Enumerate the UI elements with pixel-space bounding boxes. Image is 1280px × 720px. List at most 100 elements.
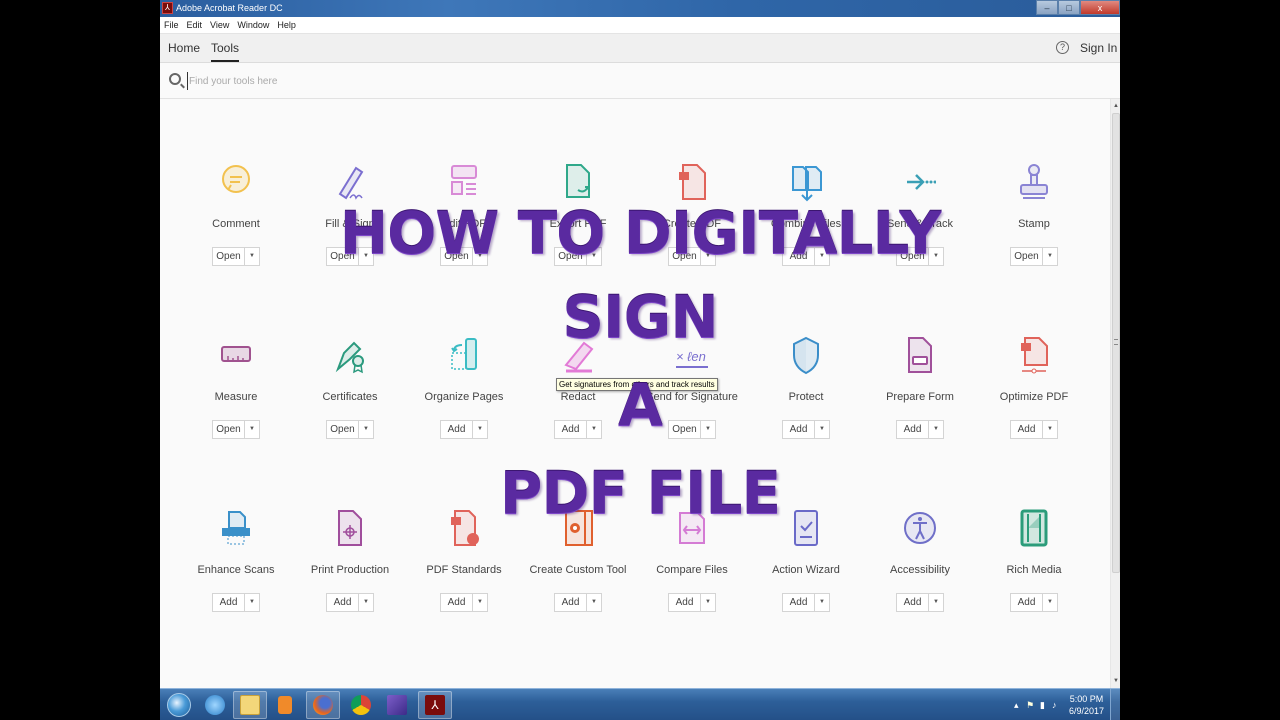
tool-action-label[interactable]: Open — [213, 248, 245, 265]
action-wizard-icon[interactable] — [790, 508, 822, 548]
tool-enhance-scans[interactable]: Enhance Scans Add ▼ — [179, 508, 293, 628]
tool-action-label[interactable]: Open — [555, 248, 587, 265]
tool-action-label[interactable]: Open — [441, 248, 473, 265]
tool-protect[interactable]: Protect Add ▼ — [749, 335, 863, 455]
accessibility-icon[interactable] — [904, 508, 936, 548]
chevron-down-icon[interactable]: ▼ — [929, 594, 943, 611]
sign-in-link[interactable]: Sign In — [1080, 41, 1117, 55]
tool-action-button[interactable]: Open ▼ — [896, 247, 944, 266]
tool-action-button[interactable]: Add ▼ — [554, 593, 602, 612]
tool-action-label[interactable]: Add — [441, 594, 473, 611]
tool-action-label[interactable]: Open — [327, 248, 359, 265]
tool-prepare-form[interactable]: Prepare Form Add ▼ — [863, 335, 977, 455]
chevron-down-icon[interactable]: ▼ — [245, 421, 259, 438]
clock[interactable]: 5:00 PM 6/9/2017 — [1069, 693, 1104, 717]
tool-create-pdf[interactable]: Create PDF Open ▼ — [635, 162, 749, 282]
measure-icon[interactable] — [220, 335, 252, 375]
help-icon[interactable]: ? — [1056, 41, 1069, 54]
tool-action-button[interactable]: Add ▼ — [440, 593, 488, 612]
chevron-down-icon[interactable]: ▼ — [587, 421, 601, 438]
tool-action-button[interactable]: Add ▼ — [896, 420, 944, 439]
chevron-down-icon[interactable]: ▼ — [815, 594, 829, 611]
tool-optimize-pdf[interactable]: Optimize PDF Add ▼ — [977, 335, 1091, 455]
tool-edit-pdf[interactable]: Edit PDF Open ▼ — [407, 162, 521, 282]
volume-icon[interactable]: ♪ — [1052, 700, 1057, 710]
chevron-down-icon[interactable]: ▼ — [359, 421, 373, 438]
close-button[interactable]: x — [1080, 0, 1120, 15]
tool-send-for-signature[interactable]: × ℓen Send for Signature Open ▼ — [635, 335, 749, 455]
tool-redact[interactable]: Redact Add ▼ — [521, 335, 635, 455]
tool-rich-media[interactable]: Rich Media Add ▼ — [977, 508, 1091, 628]
export-pdf-icon[interactable] — [562, 162, 594, 202]
chevron-down-icon[interactable]: ▼ — [473, 421, 487, 438]
chevron-down-icon[interactable]: ▼ — [701, 248, 715, 265]
menu-window[interactable]: Window — [237, 20, 269, 30]
chevron-down-icon[interactable]: ▼ — [473, 248, 487, 265]
tool-compare-files[interactable]: Compare Files Add ▼ — [635, 508, 749, 628]
tool-action-label[interactable]: Add — [213, 594, 245, 611]
tab-tools[interactable]: Tools — [211, 41, 240, 62]
protect-icon[interactable] — [790, 335, 822, 375]
tool-action-button[interactable]: Add ▼ — [668, 593, 716, 612]
tool-action-button[interactable]: Add ▼ — [554, 420, 602, 439]
tool-action-label[interactable]: Add — [783, 248, 815, 265]
chevron-down-icon[interactable]: ▼ — [815, 248, 829, 265]
send-signature-icon[interactable]: × ℓen — [676, 335, 708, 375]
tool-action-button[interactable]: Add ▼ — [782, 420, 830, 439]
tool-action-button[interactable]: Open ▼ — [440, 247, 488, 266]
chevron-down-icon[interactable]: ▼ — [1043, 248, 1057, 265]
chevron-down-icon[interactable]: ▼ — [587, 594, 601, 611]
taskbar-visual-studio[interactable] — [380, 691, 414, 719]
tool-action-label[interactable]: Open — [213, 421, 245, 438]
tool-action-button[interactable]: Open ▼ — [668, 420, 716, 439]
taskbar-file-explorer[interactable] — [233, 691, 267, 719]
tool-action-wizard[interactable]: Action Wizard Add ▼ — [749, 508, 863, 628]
tool-action-button[interactable]: Open ▼ — [326, 420, 374, 439]
show-desktop-button[interactable] — [1110, 689, 1120, 720]
tool-action-button[interactable]: Add ▼ — [326, 593, 374, 612]
tool-action-label[interactable]: Add — [669, 594, 701, 611]
chevron-down-icon[interactable]: ▼ — [1043, 594, 1057, 611]
chevron-down-icon[interactable]: ▼ — [359, 248, 373, 265]
taskbar-media-player[interactable] — [268, 691, 302, 719]
chevron-down-icon[interactable]: ▼ — [245, 594, 259, 611]
tool-action-label[interactable]: Open — [1011, 248, 1043, 265]
rich-media-icon[interactable] — [1018, 508, 1050, 548]
print-production-icon[interactable] — [334, 508, 366, 548]
custom-tool-icon[interactable] — [562, 508, 594, 548]
menu-file[interactable]: File — [164, 20, 179, 30]
tool-create-custom-tool[interactable]: Create Custom Tool Add ▼ — [521, 508, 635, 628]
chevron-down-icon[interactable]: ▼ — [473, 594, 487, 611]
tool-action-button[interactable]: Open ▼ — [668, 247, 716, 266]
taskbar-acrobat-reader[interactable]: ⅄ — [418, 691, 452, 719]
tool-accessibility[interactable]: Accessibility Add ▼ — [863, 508, 977, 628]
scroll-down-arrow-icon[interactable]: ▼ — [1112, 676, 1120, 686]
tool-action-button[interactable]: Add ▼ — [782, 593, 830, 612]
create-pdf-icon[interactable] — [676, 162, 708, 202]
scrollbar-thumb[interactable] — [1112, 113, 1120, 573]
start-button[interactable] — [162, 691, 196, 719]
chevron-down-icon[interactable]: ▼ — [359, 594, 373, 611]
tool-action-button[interactable]: Add ▼ — [1010, 593, 1058, 612]
action-center-icon[interactable]: ⚑ — [1026, 700, 1034, 711]
tool-action-button[interactable]: Open ▼ — [212, 420, 260, 439]
tool-action-button[interactable]: Open ▼ — [1010, 247, 1058, 266]
tool-print-production[interactable]: Print Production Add ▼ — [293, 508, 407, 628]
tool-action-label[interactable]: Open — [897, 248, 929, 265]
tool-action-label[interactable]: Open — [327, 421, 359, 438]
tool-action-label[interactable]: Add — [783, 421, 815, 438]
tool-action-label[interactable]: Add — [1011, 594, 1043, 611]
chevron-down-icon[interactable]: ▼ — [1043, 421, 1057, 438]
redact-icon[interactable] — [562, 335, 594, 375]
menu-view[interactable]: View — [210, 20, 229, 30]
tool-stamp[interactable]: Stamp Open ▼ — [977, 162, 1091, 282]
search-input[interactable] — [187, 72, 587, 90]
tab-home[interactable]: Home — [168, 41, 200, 60]
prepare-form-icon[interactable] — [904, 335, 936, 375]
scroll-up-arrow-icon[interactable]: ▲ — [1112, 101, 1120, 111]
fill-sign-icon[interactable] — [334, 162, 366, 202]
tool-comment[interactable]: Comment Open ▼ — [179, 162, 293, 282]
tool-action-button[interactable]: Add ▼ — [440, 420, 488, 439]
certificates-icon[interactable] — [334, 335, 366, 375]
tool-action-button[interactable]: Open ▼ — [554, 247, 602, 266]
